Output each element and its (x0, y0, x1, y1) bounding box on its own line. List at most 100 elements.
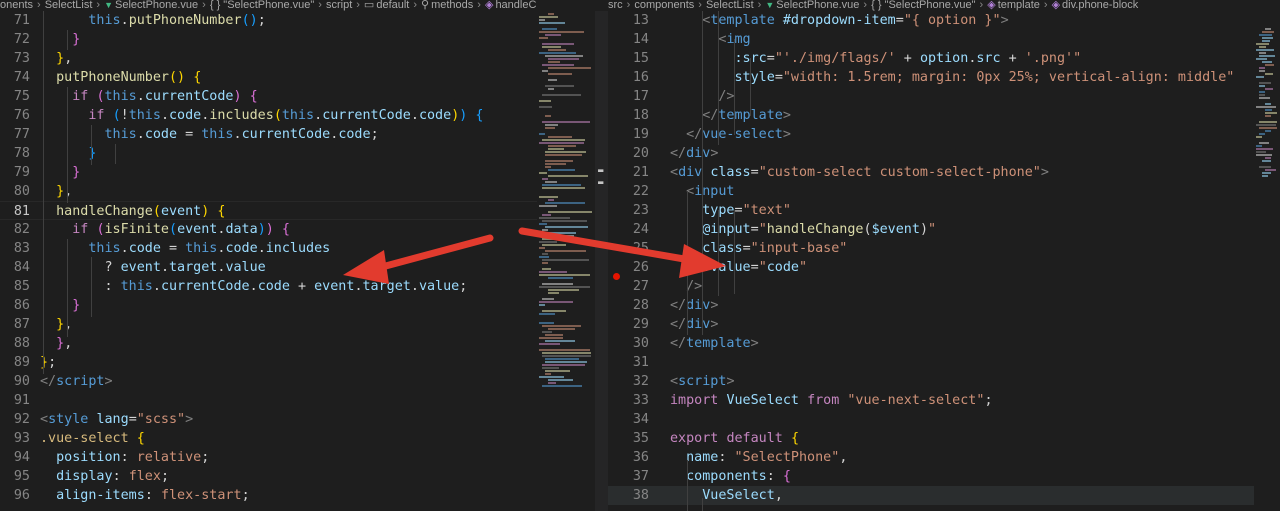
code-line[interactable]: 91 (0, 391, 537, 410)
code-line[interactable]: 74 putPhoneNumber() { (0, 68, 537, 87)
code-text[interactable]: <script> (670, 372, 735, 391)
line-number[interactable]: 72 (0, 30, 30, 49)
code-text[interactable]: style="width: 1.5rem; margin: 0px 25%; v… (670, 68, 1235, 87)
code-text[interactable]: } (40, 30, 80, 49)
code-line[interactable]: 75 if (this.currentCode) { (0, 87, 537, 106)
line-number[interactable]: 77 (0, 125, 30, 144)
code-text[interactable]: class="input-base" (670, 239, 847, 258)
line-number[interactable]: 14 (608, 30, 649, 49)
breadcrumb-item[interactable]: onents (0, 0, 33, 11)
breadcrumb-item[interactable]: div.phone-block (1062, 0, 1138, 11)
line-number[interactable]: 30 (608, 334, 649, 353)
code-text[interactable]: import VueSelect from "vue-next-select"; (670, 391, 993, 410)
line-number[interactable]: 13 (608, 11, 649, 30)
fold-marker-icon[interactable]: ▬ (598, 167, 606, 176)
line-number[interactable]: 90 (0, 372, 30, 391)
line-number[interactable]: 85 (0, 277, 30, 296)
code-line[interactable]: 30 </template> (608, 334, 1280, 353)
code-line[interactable]: 82 if (isFinite(event.data)) { (0, 220, 537, 239)
code-line[interactable]: 87 }, (0, 315, 537, 334)
line-number[interactable]: 32 (608, 372, 649, 391)
breadcrumb-item[interactable]: components (634, 0, 694, 11)
line-number[interactable]: 28 (608, 296, 649, 315)
code-line[interactable]: 24 @input="handleChange($event)" (608, 220, 1280, 239)
line-number[interactable]: 95 (0, 467, 30, 486)
minimap[interactable] (1254, 11, 1280, 511)
code-text[interactable]: }, (40, 49, 72, 68)
code-text[interactable]: this.putPhoneNumber(); (40, 11, 265, 30)
code-line[interactable]: 93 .vue-select { (0, 429, 537, 448)
code-line[interactable]: 28 </div> (608, 296, 1280, 315)
code-line[interactable]: 83 this.code = this.code.includes (0, 239, 537, 258)
code-text[interactable]: :src="'./img/flags/' + option.src + '.pn… (670, 49, 1082, 68)
line-number[interactable]: 19 (608, 125, 649, 144)
code-text[interactable]: if (isFinite(event.data)) { (40, 220, 290, 239)
line-number[interactable]: 81 (0, 202, 30, 221)
breadcrumb-item[interactable]: template (998, 0, 1040, 11)
code-line[interactable]: 36 name: "SelectPhone", (608, 448, 1280, 467)
line-number[interactable]: 25 (608, 239, 649, 258)
code-text[interactable]: components: { (670, 467, 791, 486)
code-line[interactable]: 90 </script> (0, 372, 537, 391)
code-line[interactable]: 16 style="width: 1.5rem; margin: 0px 25%… (608, 68, 1280, 87)
code-text[interactable]: this.code = this.code.includes (40, 239, 330, 258)
minimap[interactable] (537, 11, 595, 511)
code-text[interactable]: align-items: flex-start; (40, 486, 250, 505)
line-number[interactable]: 23 (608, 201, 649, 220)
code-text[interactable]: if (this.currentCode) { (40, 87, 257, 106)
code-line[interactable]: 25 class="input-base" (608, 239, 1280, 258)
code-text[interactable]: @input="handleChange($event)" (670, 220, 936, 239)
breadcrumb-item[interactable]: { } "SelectPhone.vue" (871, 0, 975, 11)
code-line[interactable]: 32 <script> (608, 372, 1280, 391)
code-text[interactable]: </vue-select> (670, 125, 791, 144)
line-number[interactable]: 22 (608, 182, 649, 201)
code-text[interactable]: } (40, 144, 96, 163)
code-text[interactable]: : this.currentCode.code + event.target.v… (40, 277, 467, 296)
line-number[interactable]: 20 (608, 144, 649, 163)
code-text[interactable]: export default { (670, 429, 799, 448)
code-text[interactable]: if (!this.code.includes(this.currentCode… (40, 106, 483, 125)
code-text[interactable]: } (40, 296, 80, 315)
line-number[interactable]: 94 (0, 448, 30, 467)
code-line[interactable]: 79 } (0, 163, 537, 182)
line-number[interactable]: 84 (0, 258, 30, 277)
breadcrumb-item[interactable]: methods (431, 0, 473, 11)
code-line[interactable]: 17 /> (608, 87, 1280, 106)
code-text[interactable]: <template #dropdown-item="{ option }"> (670, 11, 1008, 30)
code-line[interactable]: 88 }, (0, 334, 537, 353)
line-number[interactable]: 92 (0, 410, 30, 429)
breadcrumb-item[interactable]: SelectList (45, 0, 93, 11)
code-line[interactable]: 13 <template #dropdown-item="{ option }"… (608, 11, 1280, 30)
breadcrumb-item[interactable]: SelectPhone.vue (776, 0, 859, 11)
line-number[interactable]: 35 (608, 429, 649, 448)
code-line[interactable]: 72 } (0, 30, 537, 49)
breakpoint-icon[interactable] (613, 273, 620, 280)
line-number[interactable]: 24 (608, 220, 649, 239)
line-number[interactable]: 89 (0, 353, 30, 372)
line-number[interactable]: 82 (0, 220, 30, 239)
line-number[interactable]: 79 (0, 163, 30, 182)
left-editor-pane[interactable]: onents › SelectList › ▼ SelectPhone.vue ›{ } "… (0, 0, 537, 511)
code-text[interactable]: </template> (670, 334, 759, 353)
code-line[interactable]: 37 components: { (608, 467, 1280, 486)
code-line[interactable]: 27 /> (608, 277, 1280, 296)
breadcrumb-item[interactable]: src (608, 0, 623, 11)
breadcrumb-item[interactable]: default (376, 0, 409, 11)
line-number[interactable]: 76 (0, 106, 30, 125)
code-line[interactable]: 96 align-items: flex-start; (0, 486, 537, 505)
line-number[interactable]: 36 (608, 448, 649, 467)
code-line[interactable]: 34 (608, 410, 1280, 429)
breadcrumb-item[interactable]: SelectPhone.vue (115, 0, 198, 11)
breadcrumb-item[interactable]: { } "SelectPhone.vue" (210, 0, 314, 11)
code-line[interactable]: 95 display: flex; (0, 467, 537, 486)
line-number[interactable]: 29 (608, 315, 649, 334)
line-number[interactable]: 80 (0, 182, 30, 201)
code-text[interactable]: .vue-select { (40, 429, 145, 448)
breadcrumb-item[interactable]: SelectList (706, 0, 754, 11)
line-number[interactable]: 34 (608, 410, 649, 429)
code-line[interactable]: 20 </div> (608, 144, 1280, 163)
line-number[interactable]: 87 (0, 315, 30, 334)
code-line[interactable]: 38 VueSelect, (608, 486, 1280, 505)
line-number[interactable]: 73 (0, 49, 30, 68)
code-text[interactable]: ? event.target.value (40, 258, 265, 277)
